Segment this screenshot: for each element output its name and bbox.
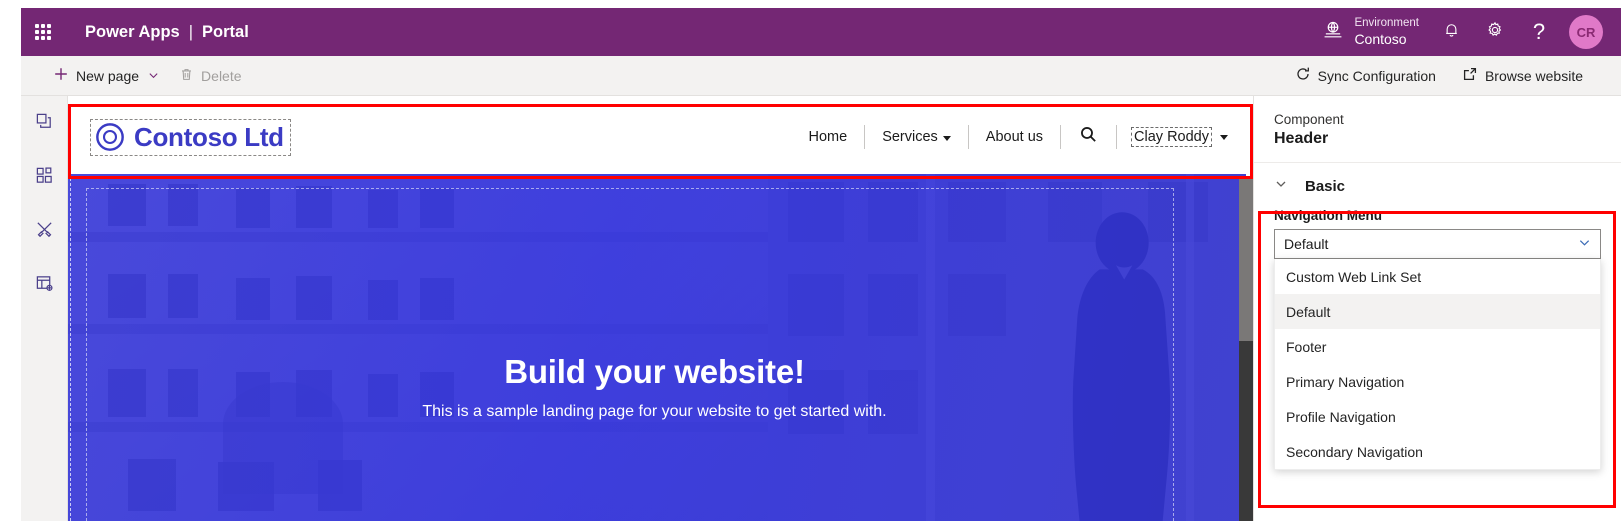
dropdown-option-selected[interactable]: Default (1275, 294, 1600, 329)
properties-panel: Component Header Basic Navigation Menu D… (1253, 96, 1621, 521)
portal-user-menu[interactable]: Clay Roddy (1131, 127, 1228, 147)
portal-logo[interactable]: Contoso Ltd (90, 118, 291, 156)
navigation-menu-value: Default (1284, 236, 1329, 252)
brand-primary: Power Apps (85, 22, 180, 41)
nav-link-services[interactable]: Services (865, 129, 968, 145)
sidebar-item-data[interactable] (28, 270, 60, 302)
portal-search-button[interactable] (1061, 125, 1116, 149)
notifications-button[interactable] (1429, 8, 1473, 56)
brand-separator: | (188, 22, 194, 41)
canvas-scrollbar[interactable] (1239, 176, 1253, 521)
navigation-menu-field: Navigation Menu Default (1254, 208, 1621, 259)
sidebar-item-theme[interactable] (28, 216, 60, 248)
environment-text: Environment Contoso (1354, 17, 1419, 46)
properties-header: Component Header (1254, 96, 1621, 163)
sidebar-item-pages[interactable] (28, 108, 60, 140)
nav-divider (1116, 125, 1118, 149)
portal-user-name: Clay Roddy (1131, 127, 1212, 147)
avatar-initials: CR (1576, 24, 1596, 40)
question-mark-icon: ? (1532, 19, 1546, 44)
portal-header-component[interactable]: Contoso Ltd Home Services About us Clay … (68, 104, 1246, 170)
sidebar-item-components[interactable] (28, 162, 60, 194)
data-icon (35, 274, 54, 298)
component-title: Header (1274, 130, 1329, 147)
scrollbar-track (1239, 176, 1253, 341)
sync-configuration-label: Sync Configuration (1317, 67, 1436, 84)
chevron-down-icon (1274, 177, 1288, 196)
sync-configuration-button[interactable]: Sync Configuration (1285, 56, 1446, 96)
browse-website-label: Browse website (1484, 67, 1583, 84)
left-navigation-rail (21, 96, 68, 521)
navigation-menu-label: Navigation Menu (1274, 208, 1383, 223)
gear-icon (1485, 20, 1505, 45)
theme-icon (35, 220, 54, 244)
chevron-down-icon (1578, 236, 1591, 252)
environment-selector[interactable]: Environment Contoso (1312, 8, 1429, 56)
dropdown-option[interactable]: Custom Web Link Set (1275, 259, 1600, 294)
accordion-basic[interactable]: Basic (1254, 163, 1621, 208)
portal-logo-text: Contoso Ltd (134, 121, 284, 152)
hero-section[interactable]: Build your website! This is a sample lan… (68, 174, 1246, 521)
new-page-label: New page (76, 67, 140, 84)
contoso-swirl-logo (95, 122, 125, 152)
top-command-header: Power Apps | Portal Environment Contoso (21, 8, 1621, 56)
topbar-actions: Environment Contoso ? CR (1312, 8, 1621, 56)
brand-secondary: Portal (202, 22, 249, 41)
trash-icon (179, 67, 194, 85)
command-bar: New page Delete Sync Configuration Brows… (21, 56, 1621, 96)
nav-link-about-us[interactable]: About us (969, 129, 1060, 145)
navigation-menu-dropdown-list: Custom Web Link Set Default Footer Prima… (1274, 259, 1601, 470)
nav-link-home[interactable]: Home (792, 129, 865, 145)
hero-text-block: Build your website! This is a sample lan… (68, 353, 1246, 421)
dropdown-option[interactable]: Primary Navigation (1275, 364, 1600, 399)
external-link-icon (1462, 66, 1478, 85)
hero-subtitle: This is a sample landing page for your w… (422, 403, 887, 421)
chevron-down-icon (148, 68, 159, 84)
environment-label: Environment (1354, 17, 1419, 30)
help-button[interactable]: ? (1517, 8, 1561, 56)
new-page-button[interactable]: New page (43, 56, 169, 96)
app-launcher-icon (35, 24, 51, 40)
caret-down-icon (1220, 134, 1228, 140)
browse-website-button[interactable]: Browse website (1452, 56, 1593, 96)
hero-title: Build your website! (504, 353, 805, 390)
dropdown-option[interactable]: Secondary Navigation (1275, 434, 1600, 469)
accordion-basic-label: Basic (1305, 178, 1346, 195)
page-canvas: Contoso Ltd Home Services About us Clay … (68, 96, 1253, 521)
component-kicker: Component (1274, 112, 1344, 127)
delete-button: Delete (169, 56, 251, 96)
pages-icon (35, 112, 54, 136)
delete-label: Delete (201, 67, 242, 84)
components-icon (35, 166, 54, 190)
dropdown-option[interactable]: Profile Navigation (1275, 399, 1600, 434)
bell-icon (1442, 20, 1461, 44)
command-bar-right: Sync Configuration Browse website (1285, 56, 1621, 96)
settings-button[interactable] (1473, 8, 1517, 56)
environment-value: Contoso (1354, 30, 1407, 47)
nav-link-services-label: Services (882, 129, 938, 145)
navigation-menu-combobox[interactable]: Default (1274, 229, 1601, 259)
portal-navigation: Home Services About us Clay Roddy (792, 104, 1247, 170)
caret-down-icon (942, 136, 951, 141)
avatar[interactable]: CR (1569, 15, 1603, 49)
app-launcher-button[interactable] (21, 8, 65, 56)
refresh-icon (1295, 66, 1311, 85)
dropdown-option[interactable]: Footer (1275, 329, 1600, 364)
environment-globe-icon (1322, 19, 1344, 46)
search-icon (1079, 125, 1098, 149)
power-apps-portal-studio: Power Apps | Portal Environment Contoso (0, 0, 1621, 521)
plus-icon (53, 66, 69, 85)
brand-title: Power Apps | Portal (85, 23, 249, 42)
